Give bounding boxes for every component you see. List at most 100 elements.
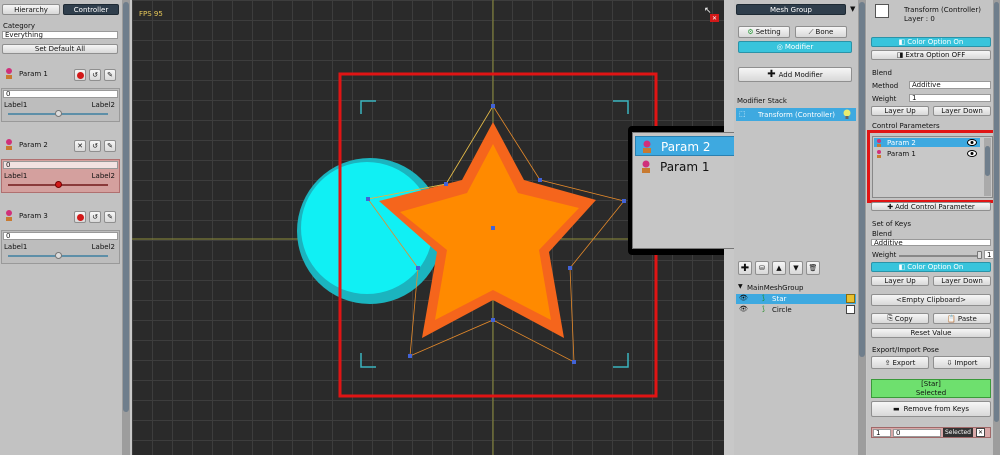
layer-up-button[interactable]: Layer Up — [871, 106, 929, 116]
remove-button[interactable]: ✕ — [74, 140, 86, 152]
left-scrollbar[interactable] — [122, 0, 130, 455]
param-icon — [5, 210, 13, 222]
paste-button[interactable]: 📋 Paste — [933, 313, 991, 324]
import-button[interactable]: ⇩ Import — [933, 356, 991, 369]
tab-hierarchy[interactable]: Hierarchy — [2, 4, 60, 15]
tool-row: ✚ ⛁ ▲ ▼ 🗑 — [738, 261, 828, 275]
param-slider-knob[interactable] — [55, 110, 62, 117]
copy-button[interactable]: ⎘ Copy — [871, 313, 929, 324]
cp-item-label: Param 2 — [887, 139, 916, 147]
reset-button[interactable]: ↺ — [89, 140, 101, 152]
bulb-icon[interactable] — [843, 109, 851, 121]
eye-icon[interactable] — [967, 139, 977, 148]
add-modifier-button[interactable]: ✚ Add Modifier — [738, 67, 852, 82]
param-icon — [876, 150, 882, 160]
color-option-on-button[interactable]: ◧ Color Option On — [871, 37, 991, 47]
color-option-label-2: Color Option On — [907, 263, 964, 271]
layer-down-button-2[interactable]: Layer Down — [933, 276, 991, 286]
layer-down-button[interactable]: Layer Down — [933, 106, 991, 116]
set-default-all-button[interactable]: Set Default All — [2, 44, 118, 54]
left-panel: Hierarchy Controller Category Everything… — [0, 0, 122, 455]
key-icon[interactable] — [846, 294, 855, 303]
middle-panel: Mesh Group ▼ ⚙ Setting ⟋ Bone ◎ Modifier ✚ A… — [734, 0, 858, 455]
middle-scrollbar[interactable] — [858, 0, 866, 455]
right-panel: Transform (Controller) Layer : 0 ◧ Color … — [867, 0, 1000, 455]
param-value[interactable]: 0 — [3, 90, 118, 98]
category-select[interactable]: Everything — [2, 31, 118, 39]
cp-item-param-2[interactable]: Param 2 — [874, 138, 980, 147]
cp-item-param-1[interactable]: Param 1 — [874, 149, 980, 158]
eye-icon[interactable]: 👁 — [739, 305, 748, 313]
paste-label: Paste — [957, 314, 977, 323]
eye-icon[interactable]: 👁 — [739, 294, 748, 302]
modifier-tab[interactable]: ◎ Modifier — [738, 41, 852, 53]
reset-value-button[interactable]: Reset Value — [871, 328, 991, 338]
extra-option-button[interactable]: ◨ Extra Option OFF — [871, 50, 991, 60]
setting-tab[interactable]: ⚙ Setting — [738, 26, 790, 38]
modifier-stack-item[interactable]: ⬚ Transform (Controller) — [736, 108, 856, 121]
bone-icon: ⟋ — [808, 27, 814, 36]
record-button[interactable] — [74, 211, 86, 223]
dropdown-icon[interactable]: ▼ — [850, 5, 855, 13]
tab-controller[interactable]: Controller — [63, 4, 119, 15]
setting-label: Setting — [755, 28, 781, 36]
color-option-on-button-2[interactable]: ◧ Color Option On — [871, 262, 991, 272]
right-scrollbar[interactable] — [993, 0, 1000, 455]
bone-tab[interactable]: ⟋ Bone — [795, 26, 847, 38]
blend2-select[interactable]: Additive — [871, 239, 991, 247]
export-button[interactable]: ⇪ Export — [871, 356, 929, 369]
tree-item-circle[interactable]: 👁 ⟆ Circle — [736, 305, 856, 315]
param-value[interactable]: 0 — [3, 161, 118, 169]
record-button[interactable] — [74, 69, 86, 81]
param-name: Param 3 — [19, 212, 48, 220]
reset-button[interactable]: ↺ — [89, 211, 101, 223]
edit-button[interactable]: ✎ — [104, 140, 116, 152]
checkbox-icon[interactable] — [846, 305, 855, 314]
add-control-parameter-button[interactable]: ✚ Add Control Parameter — [871, 202, 991, 211]
trash-icon[interactable]: 🗑 — [806, 261, 820, 275]
key-index-a[interactable]: 1 — [873, 429, 891, 437]
edit-button[interactable]: ✎ — [104, 69, 116, 81]
control-parameters-label: Control Parameters — [872, 122, 940, 130]
reset-button[interactable]: ↺ — [89, 69, 101, 81]
cp-scrollbar[interactable] — [984, 138, 991, 196]
weight2-slider[interactable] — [899, 255, 979, 257]
param-body: 0 Label1 Label2 — [1, 159, 120, 193]
tree-root-label: MainMeshGroup — [747, 284, 804, 292]
label1: Label1 — [4, 172, 28, 180]
close-icon[interactable]: ✕ — [976, 428, 985, 437]
param-value[interactable]: 0 — [3, 232, 118, 240]
weight2-slider-knob[interactable] — [977, 251, 982, 259]
add-control-parameter-label: Add Control Parameter — [895, 202, 975, 211]
transform-icon: ⬚ — [739, 110, 746, 118]
weight-input[interactable]: 1 — [909, 94, 991, 102]
tree-item-star[interactable]: 👁 ⟆ Star — [736, 294, 856, 304]
param-slider-knob[interactable] — [55, 252, 62, 259]
popup-item-label: Param 1 — [660, 160, 710, 174]
bottom-key-row: 1 0 Selected ✕ — [871, 427, 991, 438]
layer-up-button-2[interactable]: Layer Up — [871, 276, 929, 286]
edit-button[interactable]: ✎ — [104, 211, 116, 223]
move-down-icon[interactable]: ▼ — [789, 261, 803, 275]
param-slider-knob[interactable] — [55, 181, 62, 188]
param-name: Param 2 — [19, 141, 48, 149]
param-card-3: Param 3 ↺ ✎ 0 Label1 Label2 — [0, 208, 122, 266]
label1: Label1 — [4, 243, 28, 251]
add-icon[interactable]: ✚ — [738, 261, 752, 275]
bottom-selected-label: Selected — [943, 428, 973, 437]
color-option-label: Color Option On — [907, 38, 964, 46]
export-icon: ⇪ — [884, 358, 891, 367]
blend2-label: Blend — [872, 230, 892, 238]
layer-index: Layer : 0 — [904, 15, 935, 23]
eye-icon[interactable] — [967, 150, 977, 159]
remove-from-keys-button[interactable]: ▬ Remove from Keys — [871, 401, 991, 417]
method-select[interactable]: Additive — [909, 81, 991, 89]
collapse-icon[interactable]: ▼ — [738, 283, 743, 290]
key-index-b[interactable]: 0 — [893, 429, 941, 437]
move-up-icon[interactable]: ▲ — [772, 261, 786, 275]
label2: Label2 — [91, 172, 115, 180]
set-of-keys-label: Set of Keys — [872, 220, 912, 228]
paste-icon: 📋 — [947, 314, 956, 323]
cp-item-label: Param 1 — [887, 150, 916, 158]
layer-icon[interactable]: ⛁ — [755, 261, 769, 275]
